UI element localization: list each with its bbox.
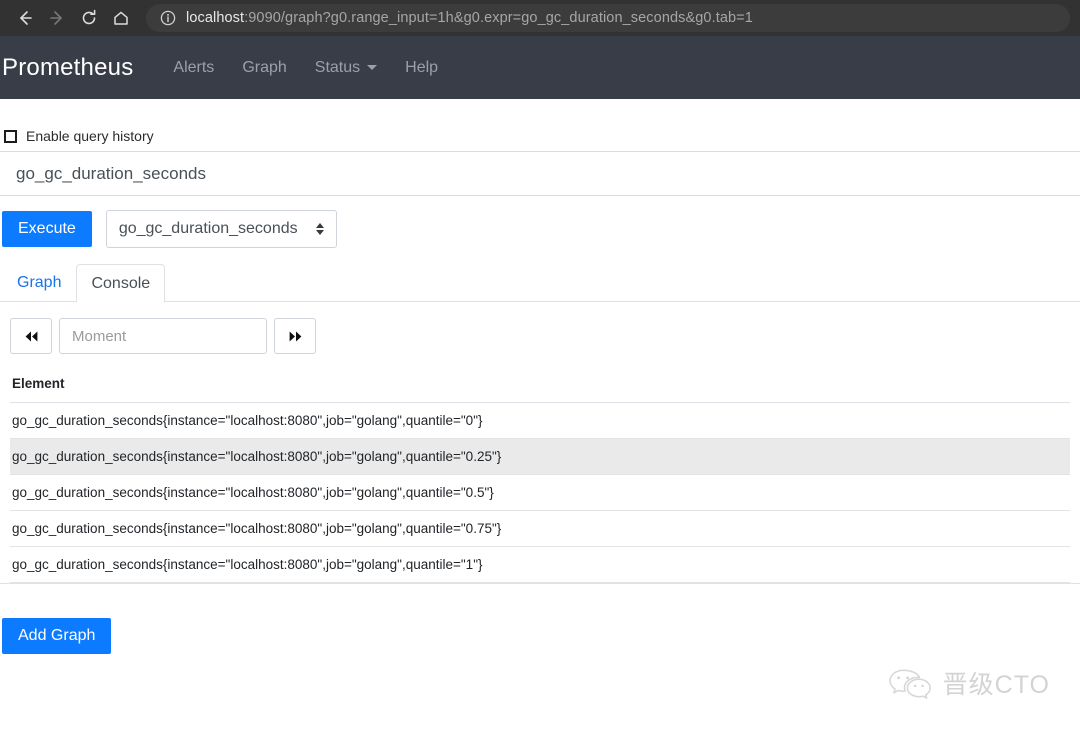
column-header-element: Element	[10, 376, 1070, 403]
arrow-right-icon	[50, 11, 62, 25]
watermark: 晋级CTO	[887, 665, 1050, 701]
url-path: :9090/graph?g0.range_input=1h&g0.expr=go…	[244, 10, 753, 26]
tab-console[interactable]: Console	[76, 263, 166, 303]
fast-forward-icon	[289, 331, 301, 341]
results-table-body: go_gc_duration_seconds{instance="localho…	[10, 402, 1070, 583]
nav-item-help-label: Help	[405, 58, 439, 76]
moment-row: Moment	[10, 318, 1070, 354]
table-cell-element: go_gc_duration_seconds{instance="localho…	[10, 438, 1070, 475]
table-header-row: Element	[10, 376, 1070, 403]
tab-graph[interactable]: Graph	[2, 263, 76, 302]
prometheus-navbar: Prometheus Alerts Graph Status Help	[0, 36, 1080, 99]
nav-item-alerts[interactable]: Alerts	[159, 59, 228, 77]
add-graph-button[interactable]: Add Graph	[2, 618, 112, 654]
navbar-links: Alerts Graph Status Help	[159, 59, 452, 77]
address-bar-text: localhost:9090/graph?g0.range_input=1h&g…	[186, 10, 753, 26]
execute-button[interactable]: Execute	[2, 211, 92, 247]
enable-query-history-label: Enable query history	[26, 128, 154, 144]
table-row[interactable]: go_gc_duration_seconds{instance="localho…	[10, 510, 1070, 547]
nav-item-graph[interactable]: Graph	[228, 59, 300, 77]
table-cell-element: go_gc_duration_seconds{instance="localho…	[10, 402, 1070, 439]
nav-item-graph-label: Graph	[242, 58, 287, 76]
add-graph-wrap: Add Graph	[0, 584, 1080, 654]
execute-row: Execute go_gc_duration_seconds	[0, 196, 1080, 248]
sort-updown-icon	[315, 223, 324, 235]
expression-input[interactable]: go_gc_duration_seconds	[0, 151, 1080, 196]
wechat-icon	[888, 669, 931, 699]
forward-button-moment[interactable]	[274, 318, 316, 354]
nav-item-help[interactable]: Help	[391, 59, 452, 77]
enable-query-history-checkbox[interactable]	[4, 130, 17, 143]
query-history-row: Enable query history	[0, 99, 1080, 151]
nav-item-alerts-label: Alerts	[173, 58, 215, 76]
expression-wrap: go_gc_duration_seconds	[0, 151, 1080, 196]
brand-prometheus[interactable]: Prometheus	[0, 54, 159, 82]
nav-item-status[interactable]: Status	[301, 59, 391, 77]
forward-button[interactable]	[42, 3, 72, 33]
info-circle-icon[interactable]	[160, 10, 176, 26]
table-row[interactable]: go_gc_duration_seconds{instance="localho…	[10, 402, 1070, 439]
results-table-head: Element	[10, 376, 1070, 403]
home-button[interactable]	[106, 3, 136, 33]
address-bar[interactable]: localhost:9090/graph?g0.range_input=1h&g…	[146, 4, 1070, 32]
result-tabs: Graph Console	[0, 248, 1080, 303]
results-table: Element go_gc_duration_seconds{instance=…	[10, 376, 1070, 583]
url-host: localhost	[186, 10, 245, 26]
table-row[interactable]: go_gc_duration_seconds{instance="localho…	[10, 474, 1070, 511]
reload-button[interactable]	[74, 3, 104, 33]
console-panel: Moment Element go_gc_duration_seconds{in…	[0, 301, 1080, 584]
chevron-down-icon	[367, 65, 378, 70]
rewind-button[interactable]	[10, 318, 52, 354]
table-row[interactable]: go_gc_duration_seconds{instance="localho…	[10, 546, 1070, 583]
back-button[interactable]	[10, 3, 40, 33]
home-icon	[114, 11, 128, 25]
rewind-icon	[25, 331, 37, 341]
browser-toolbar: localhost:9090/graph?g0.range_input=1h&g…	[0, 0, 1080, 36]
table-cell-element: go_gc_duration_seconds{instance="localho…	[10, 510, 1070, 547]
nav-item-status-label: Status	[314, 58, 361, 76]
table-row[interactable]: go_gc_duration_seconds{instance="localho…	[10, 438, 1070, 475]
table-cell-element: go_gc_duration_seconds{instance="localho…	[10, 546, 1070, 583]
metric-select[interactable]: go_gc_duration_seconds	[105, 210, 337, 248]
table-cell-element: go_gc_duration_seconds{instance="localho…	[10, 474, 1070, 511]
page-content: Enable query history go_gc_duration_seco…	[0, 99, 1080, 654]
arrow-left-icon	[20, 11, 32, 25]
moment-input[interactable]: Moment	[59, 318, 267, 354]
reload-icon	[82, 9, 96, 25]
metric-select-value: go_gc_duration_seconds	[118, 220, 298, 237]
watermark-text: 晋级CTO	[942, 671, 1050, 699]
